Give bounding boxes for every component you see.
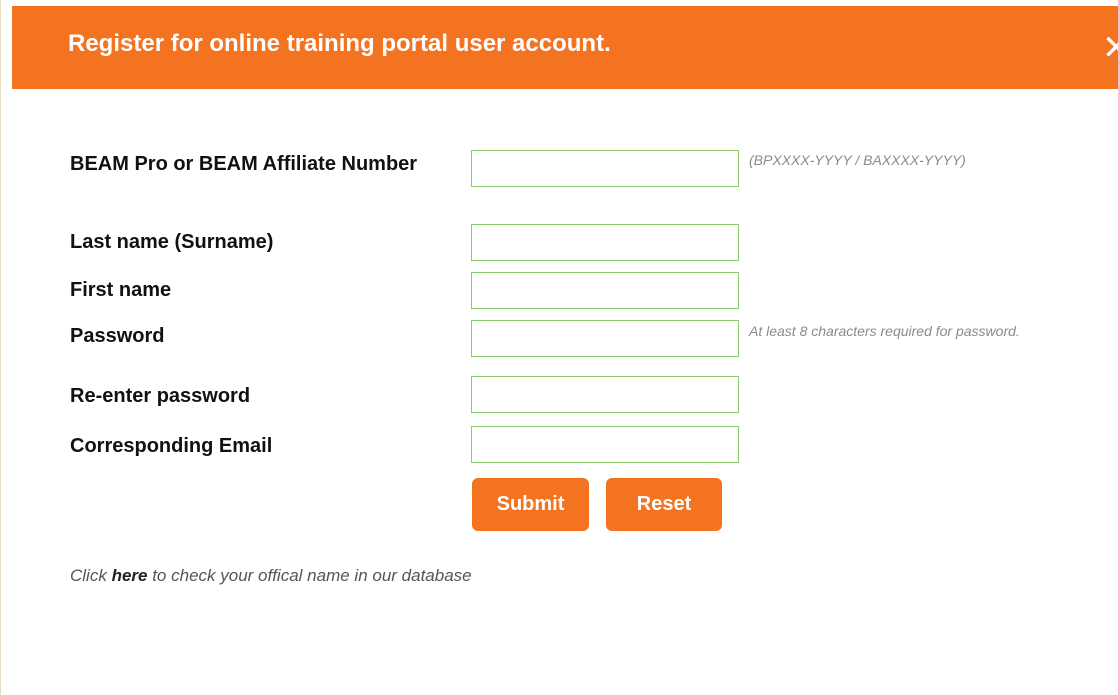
submit-button[interactable]: Submit xyxy=(472,478,589,531)
first-name-input[interactable] xyxy=(471,272,739,309)
reset-button[interactable]: Reset xyxy=(606,478,722,531)
beam-number-input[interactable] xyxy=(471,150,739,187)
last-name-label: Last name (Surname) xyxy=(70,231,274,253)
here-link[interactable]: here xyxy=(112,566,148,585)
reenter-password-label: Re-enter password xyxy=(70,385,251,407)
close-icon[interactable]: ✕ xyxy=(1102,28,1118,68)
email-label: Corresponding Email xyxy=(70,435,273,457)
password-input[interactable] xyxy=(471,320,739,357)
beam-number-hint: (BPXXXX-YYYY / BAXXXX-YYYY) xyxy=(749,152,966,168)
note-prefix: Click xyxy=(70,566,112,585)
reenter-password-input[interactable] xyxy=(471,376,739,413)
registration-dialog: Register for online training portal user… xyxy=(0,0,1118,695)
first-name-label: First name xyxy=(70,279,172,301)
password-hint: At least 8 characters required for passw… xyxy=(749,323,1020,339)
password-label: Password xyxy=(70,325,165,347)
official-name-note: Click here to check your offical name in… xyxy=(70,566,472,586)
note-suffix: to check your offical name in our databa… xyxy=(147,566,472,585)
dialog-title: Register for online training portal user… xyxy=(68,30,611,57)
beam-number-label: BEAM Pro or BEAM Affiliate Number xyxy=(70,153,418,175)
last-name-input[interactable] xyxy=(471,224,739,261)
dialog-header: Register for online training portal user… xyxy=(12,6,1118,89)
email-input[interactable] xyxy=(471,426,739,463)
